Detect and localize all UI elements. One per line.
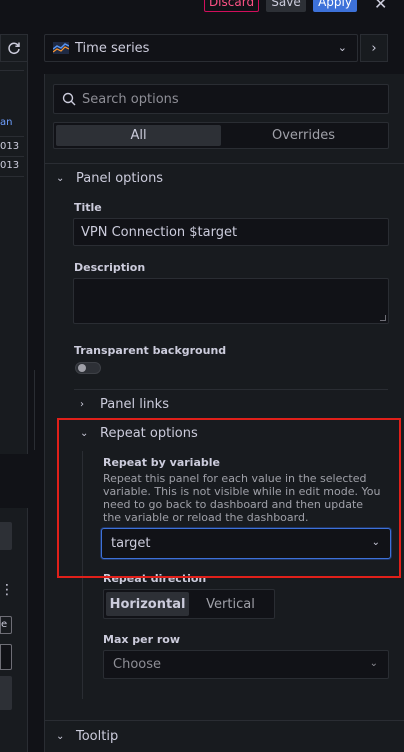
resize-handle[interactable]: [380, 315, 386, 321]
description-label: Description: [74, 261, 146, 274]
preview-block: [0, 676, 12, 710]
panel-links-label: Panel links: [100, 397, 169, 412]
toggle-knob: [78, 364, 86, 372]
direction-horizontal[interactable]: Horizontal: [106, 592, 189, 616]
search-field[interactable]: [53, 84, 389, 114]
preview-tag: e: [0, 616, 12, 634]
tab-all[interactable]: All: [56, 125, 221, 146]
chevron-down-icon: ⌄: [56, 173, 65, 184]
scrollbar[interactable]: [34, 370, 35, 450]
divider: [0, 156, 24, 157]
refresh-icon: [8, 42, 20, 55]
panel-options-header[interactable]: ⌄ Panel options: [56, 171, 163, 186]
apply-button[interactable]: Apply: [313, 0, 357, 12]
close-icon[interactable]: ✕: [374, 0, 387, 13]
direction-vertical[interactable]: Vertical: [189, 592, 272, 616]
top-toolbar: Discard Save Apply ✕: [0, 0, 404, 14]
more-icon[interactable]: ⋮: [0, 582, 14, 598]
visualization-picker[interactable]: Time series ⌄: [44, 34, 358, 62]
chevron-down-icon: ⌄: [56, 731, 65, 742]
chevron-down-icon: ⌄: [337, 41, 347, 54]
transparent-background-label: Transparent background: [74, 344, 227, 357]
max-per-row-placeholder: Choose: [113, 657, 161, 672]
refresh-button[interactable]: [0, 34, 28, 62]
visualization-label: Time series: [75, 40, 150, 56]
chevron-right-button[interactable]: ›: [360, 34, 388, 62]
time-series-icon: [53, 42, 69, 54]
options-tabs: All Overrides: [53, 122, 389, 149]
dashboard-preview-lower: ⋮ e: [0, 508, 28, 752]
description-textarea[interactable]: [73, 278, 389, 324]
transparent-background-toggle[interactable]: [75, 362, 101, 374]
divider: [74, 389, 388, 390]
max-per-row-label: Max per row: [103, 633, 181, 646]
chevron-down-icon: ⌄: [369, 658, 378, 669]
panel-options-label: Panel options: [76, 171, 164, 186]
tooltip-label: Tooltip: [76, 729, 119, 744]
divider: [44, 163, 404, 164]
tooltip-header[interactable]: ⌄ Tooltip: [56, 729, 118, 744]
divider: [44, 720, 404, 721]
max-per-row-select[interactable]: Choose ⌄: [103, 650, 389, 679]
chevron-right-icon: ›: [80, 399, 84, 410]
table-cell: 013: [0, 141, 20, 152]
tab-overrides[interactable]: Overrides: [221, 125, 386, 146]
search-icon: [62, 92, 76, 106]
table-link[interactable]: an: [0, 117, 12, 128]
title-label: Title: [74, 201, 102, 214]
preview-input[interactable]: [0, 644, 12, 670]
highlight-box: [57, 418, 401, 578]
repeat-direction-radio: Horizontal Vertical: [103, 589, 275, 619]
divider: [0, 136, 24, 137]
divider: [0, 70, 24, 71]
discard-button[interactable]: Discard: [204, 0, 259, 12]
search-input[interactable]: [82, 91, 372, 107]
dashboard-preview-panel: [0, 34, 28, 454]
panel-links-header[interactable]: › Panel links: [80, 397, 169, 412]
save-button[interactable]: Save: [266, 0, 306, 12]
divider: [0, 176, 24, 177]
title-input[interactable]: VPN Connection $target: [73, 218, 389, 246]
preview-button[interactable]: [0, 522, 12, 550]
table-cell: 013: [0, 160, 20, 171]
chevron-right-icon: ›: [371, 40, 377, 56]
